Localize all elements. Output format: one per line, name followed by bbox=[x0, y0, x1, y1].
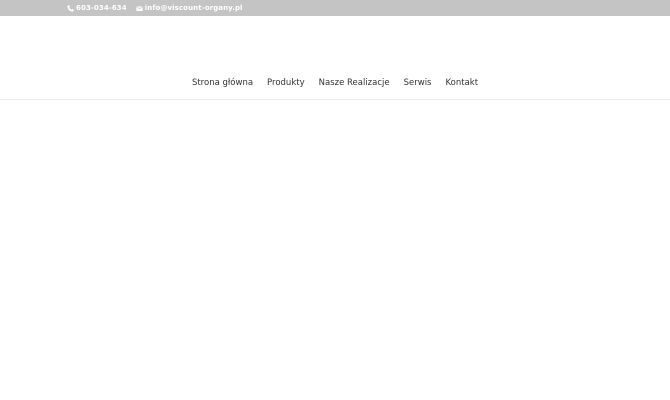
nav-item-realizations[interactable]: Nasze Realizacje bbox=[319, 78, 390, 88]
email-contact[interactable]: info@viscount-organy.pl bbox=[135, 4, 243, 12]
nav-item-products[interactable]: Produkty bbox=[267, 78, 305, 88]
phone-contact[interactable]: 603-034-634 bbox=[67, 4, 127, 12]
email-address: info@viscount-organy.pl bbox=[144, 4, 243, 12]
nav-item-service[interactable]: Serwis bbox=[404, 78, 432, 88]
top-bar-contacts: 603-034-634 info@viscount-organy.pl bbox=[67, 0, 243, 16]
top-bar: 603-034-634 info@viscount-organy.pl bbox=[0, 0, 670, 16]
envelope-icon bbox=[135, 5, 143, 12]
phone-icon bbox=[67, 4, 74, 12]
nav-item-contact[interactable]: Kontakt bbox=[446, 78, 479, 88]
nav-item-home[interactable]: Strona główna bbox=[192, 78, 253, 88]
site-header: Strona główna Produkty Nasze Realizacje … bbox=[0, 16, 670, 100]
page-content bbox=[0, 100, 670, 400]
main-navigation: Strona główna Produkty Nasze Realizacje … bbox=[0, 78, 670, 88]
phone-number: 603-034-634 bbox=[76, 4, 127, 12]
